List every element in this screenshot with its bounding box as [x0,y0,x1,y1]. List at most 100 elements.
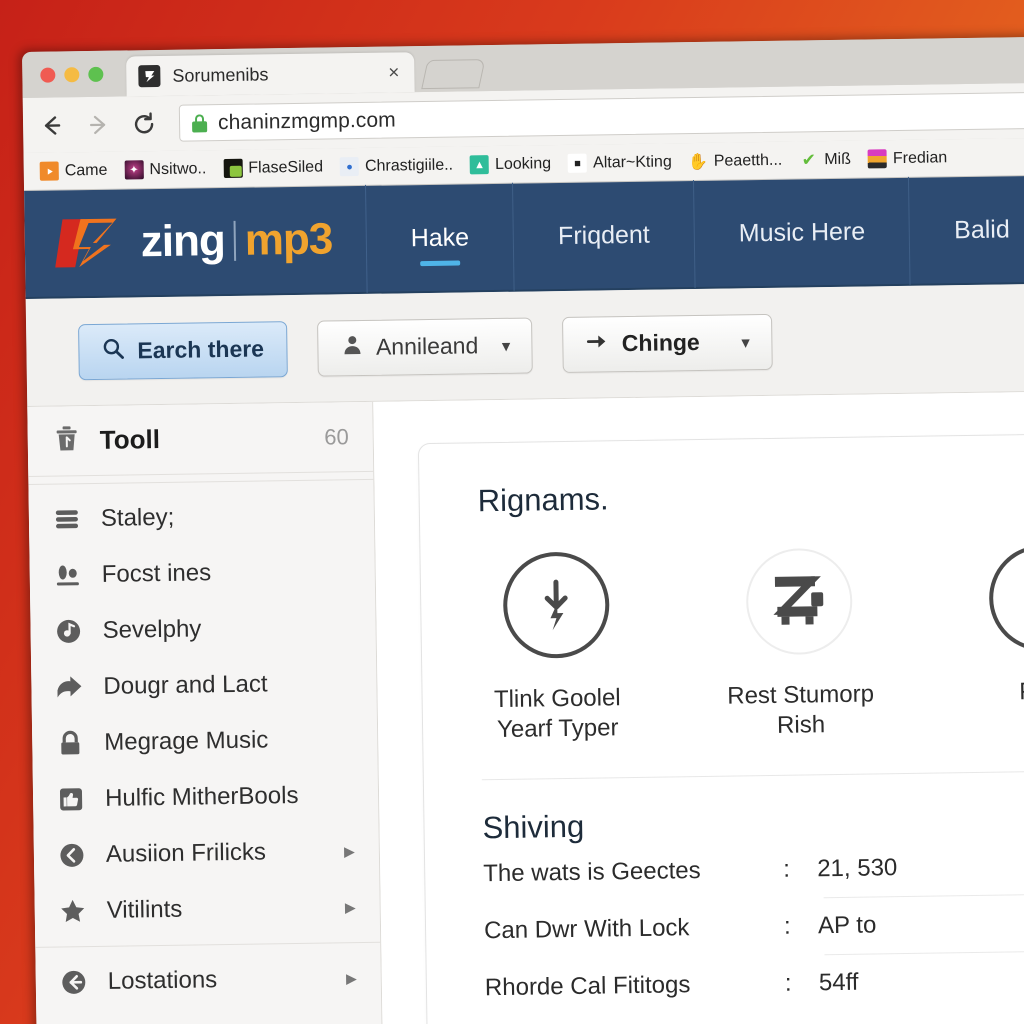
trash-icon [52,423,87,459]
tile-label: Rest Stumorp Rish [727,680,875,739]
sidebar-item-staley[interactable]: Staley; [29,487,375,548]
stats-icon [54,561,88,590]
tile-label: Pote [1019,677,1024,706]
bookmark-item[interactable]: ▲ Looking [464,152,557,176]
sidebar-divider [28,478,374,485]
address-bar[interactable]: chaninzmgmp.com [178,91,1024,142]
main-content: Rignams. Tlink Goolel Yearf Typer Rest S… [373,391,1024,1024]
sidebar-item-ausiion-frilicks[interactable]: Ausiion Frilicks ▶ [34,823,380,884]
tiles-row: Tlink Goolel Yearf Typer Rest Stumorp Ri… [478,544,1024,745]
sidebar-item-label: Staley; [100,503,175,532]
logo-word-mp3: mp3 [244,214,333,265]
chinge-dropdown-button[interactable]: Chinge ▾ [562,313,773,373]
tile-item[interactable]: Pote [965,544,1024,738]
disc-icon [54,617,88,646]
sidebar-item-focst-ines[interactable]: Focst ines [29,543,375,604]
bookmark-favicon-icon: ● [339,157,360,177]
sidebar-item-label: Hulfic MitherBools [104,781,299,812]
bookmark-label: Miß [824,150,852,168]
exit-circle-icon [60,968,94,997]
arrow-right-icon [586,329,610,359]
detail-value: 21, 530 [817,854,898,883]
reload-icon[interactable] [129,108,159,138]
circle-icon [988,544,1024,652]
bookmark-label: Looking [494,154,552,173]
bookmark-item[interactable]: ■ Altar~Kting [562,150,678,175]
new-tab-button[interactable] [421,59,486,90]
nav-item-music-here[interactable]: Music Here [693,176,911,289]
sidebar-item-lostations[interactable]: Lostations ▶ [35,950,381,1011]
site-logo[interactable]: zing mp3 [24,184,368,298]
nav-item-hake[interactable]: Hake [365,182,515,293]
bookmark-label: Chrastigiile.. [364,156,454,175]
bookmark-item[interactable]: Came [34,159,114,183]
section-divider [481,769,1024,781]
sidebar-item-dougr-and-lact[interactable]: Dougr and Lact [31,655,377,716]
sidebar-item-label: Lostations [107,966,218,995]
close-window-button[interactable] [40,67,56,83]
section-title-rignams: Rignams. [477,481,609,519]
back-icon[interactable] [37,110,67,140]
bookmark-label: Fredian [892,148,948,167]
forward-icon[interactable] [83,109,113,139]
sidebar-item-label: Sevelphy [102,615,202,644]
lock-icon [56,729,90,758]
search-icon [101,336,125,366]
bookmark-favicon-icon [223,158,243,179]
person-icon [340,332,364,362]
tile-item[interactable]: Tlink Goolel Yearf Typer [478,551,634,745]
bookmark-favicon-icon: ✋ [688,153,708,171]
chevron-down-icon: ▾ [741,333,750,351]
bookmark-favicon-icon: ✦ [124,160,144,180]
bookmark-item[interactable]: FlaseSiled [217,155,329,180]
sidebar-item-megrage-music[interactable]: Megrage Music [32,711,378,772]
minimize-window-button[interactable] [64,67,80,83]
bookmark-favicon-icon: ✔ [801,150,817,169]
chevron-right-icon: ▶ [343,842,356,859]
browser-tab[interactable]: Sorumenibs × [126,52,415,97]
bookmark-favicon-icon [39,161,59,181]
bookmark-item[interactable]: ✔ Miß [793,148,857,172]
search-button[interactable]: Earch there [78,320,288,380]
detail-key: Rhorde Cal Fititogs [484,971,691,1002]
content-card: Rignams. Tlink Goolel Yearf Typer Rest S… [417,432,1024,1024]
bookmark-item[interactable]: ✋ Peaetth... [683,149,789,174]
sidebar-item-label: Ausiion Frilicks [105,838,267,868]
detail-value: AP to [817,911,877,940]
sidebar-header-tooll[interactable]: Tooll 60 [27,401,374,477]
share-arrow-icon [55,673,89,702]
close-icon[interactable]: × [385,62,402,83]
logo-divider [233,220,237,261]
bookmark-item[interactable]: Fredian [862,146,954,170]
bookmark-label: Nsitwo.. [149,159,207,178]
maximize-window-button[interactable] [88,66,104,83]
bookmark-item[interactable]: ● Chrastigiile.. [334,154,459,179]
annileand-dropdown-button[interactable]: Annileand ▾ [316,316,534,377]
nav-item-friqdent[interactable]: Friqdent [513,180,696,291]
thumbs-up-icon [57,785,91,814]
url-text: chaninzmgmp.com [217,107,396,134]
annileand-button-label: Annileand [375,332,479,360]
bookmark-favicon-icon [867,149,888,169]
logo-word-zing: zing [140,216,226,267]
action-toolbar: Earch there Annileand ▾ Chinge ▾ [25,283,1024,407]
bookmark-label: FlaseSiled [248,158,324,177]
bookmark-item[interactable]: ✦ Nsitwo.. [118,157,212,181]
sidebar-item-vitilints[interactable]: Vitilints ▶ [34,879,380,940]
bookmark-label: Peaetth... [713,151,783,170]
sidebar-item-label: Megrage Music [104,726,269,756]
sidebar-item-sevelphy[interactable]: Sevelphy [30,599,376,660]
nav-item-balid[interactable]: Balid [909,174,1024,285]
detail-row: Can Dwr With Lock : AP to [484,894,1024,959]
bookmark-favicon-icon: ■ [567,153,588,173]
bookmark-label: Came [64,161,108,179]
detail-separator: : [784,969,792,997]
sidebar-header-label: Tooll [99,423,161,455]
chevron-right-icon: ▶ [345,969,357,986]
bookmark-label: Altar~Kting [592,152,672,172]
star-icon [59,897,93,926]
detail-row: Rhorde Cal Fititogs : 54ff [485,951,1024,1016]
zing-favicon-icon [138,64,161,88]
tile-item[interactable]: Rest Stumorp Rish [722,547,878,741]
sidebar-item-hulfic-mitherbools[interactable]: Hulfic MitherBools [33,767,379,828]
